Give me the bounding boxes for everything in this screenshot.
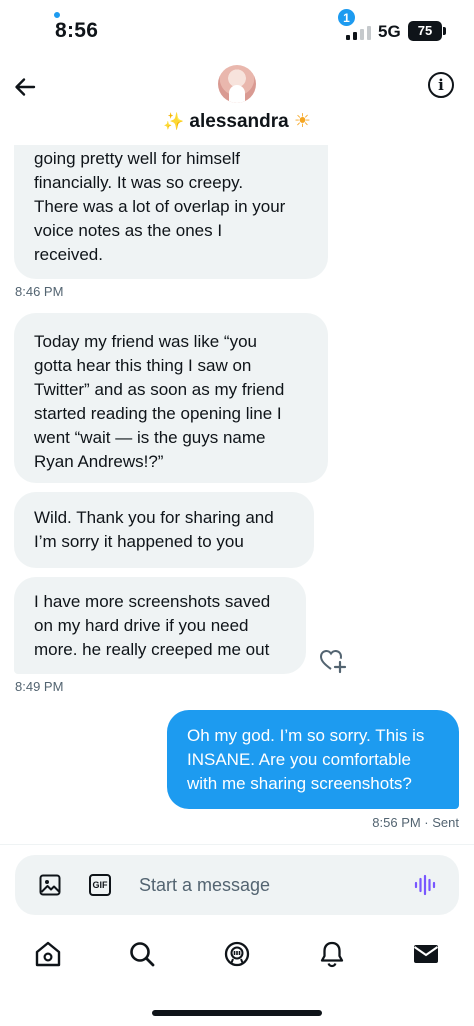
message-bubble-incoming[interactable]: going pretty well for himself financiall… (14, 138, 328, 279)
message-line: INSANE. Are you comfortable (187, 750, 411, 769)
message-line: Wild. Thank you for sharing and (34, 508, 274, 527)
conversation-header: ✨ alessandra ☀ i (0, 60, 474, 145)
message-bubble-incoming[interactable]: Wild. Thank you for sharing and I’m sorr… (14, 492, 314, 568)
voice-waveform-icon[interactable] (413, 873, 437, 897)
network-type: 5G (378, 22, 401, 41)
message-line: went “wait — is the guys name (34, 428, 266, 447)
message-sent-status: 8:56 PM · Sent (372, 815, 459, 830)
message-timestamp: 8:49 PM (15, 679, 64, 694)
message-bubble-incoming[interactable]: I have more screenshots saved on my hard… (14, 577, 306, 674)
message-line: voice notes as the ones I (34, 221, 223, 240)
message-line: received. (34, 245, 103, 264)
arrow-left-icon[interactable] (10, 72, 40, 102)
home-icon[interactable] (33, 939, 63, 969)
message-line: going pretty well for himself (34, 149, 240, 168)
message-line: Ryan Andrews!?” (34, 452, 164, 471)
avatar[interactable] (218, 65, 256, 103)
message-line: Oh my god. I’m so sorry. This is (187, 726, 425, 745)
heart-plus-icon[interactable] (318, 646, 348, 674)
home-indicator (152, 1010, 322, 1016)
status-time: 8:56 (55, 19, 99, 42)
message-line: started reading the opening line I (34, 404, 282, 423)
message-line: I’m sorry it happened to you (34, 532, 244, 551)
image-icon[interactable] (38, 873, 62, 897)
gif-label: GIF (92, 880, 108, 890)
info-icon[interactable]: i (428, 72, 454, 98)
message-line: more. he really creeped me out (34, 640, 270, 659)
grok-icon[interactable] (222, 939, 252, 969)
message-line: on my hard drive if you need (34, 616, 249, 635)
sun-emoji: ☀ (293, 111, 312, 132)
messages-icon[interactable] (411, 939, 441, 969)
battery-tip (443, 27, 446, 35)
notifications-icon[interactable] (317, 939, 347, 969)
message-bubble-outgoing[interactable]: Oh my god. I’m so sorry. This is INSANE.… (167, 710, 459, 809)
message-line: I have more screenshots saved (34, 592, 271, 611)
status-bar: 8:56 5G 75 (0, 0, 474, 60)
dm-conversation-screen: 8:56 5G 75 going pretty well for himself… (0, 0, 474, 1026)
message-timestamp: 8:46 PM (15, 284, 64, 299)
message-line: financially. It was so creepy. (34, 173, 244, 192)
gif-button[interactable]: GIF (89, 874, 111, 896)
sparkles-emoji: ✨ (162, 112, 185, 131)
search-icon[interactable] (127, 939, 157, 969)
notifications-badge: 1 (337, 8, 356, 27)
message-line: gotta hear this thing I saw on (34, 356, 252, 375)
message-line: There was a lot of overlap in your (34, 197, 286, 216)
message-bubble-incoming[interactable]: Today my friend was like “you gotta hear… (14, 313, 328, 483)
display-name-text: alessandra (189, 111, 289, 132)
message-line: Twitter” and as soon as my friend (34, 380, 285, 399)
message-composer: GIF (15, 855, 459, 915)
home-unread-dot (53, 11, 61, 19)
message-input[interactable] (139, 869, 389, 901)
cellular-signal-icon (346, 24, 374, 40)
battery-icon: 75 (408, 21, 442, 41)
composer-divider (0, 844, 474, 845)
display-name[interactable]: ✨ alessandra ☀ (0, 110, 474, 133)
message-line: Today my friend was like “you (34, 332, 257, 351)
message-line: with me sharing screenshots? (187, 774, 412, 793)
